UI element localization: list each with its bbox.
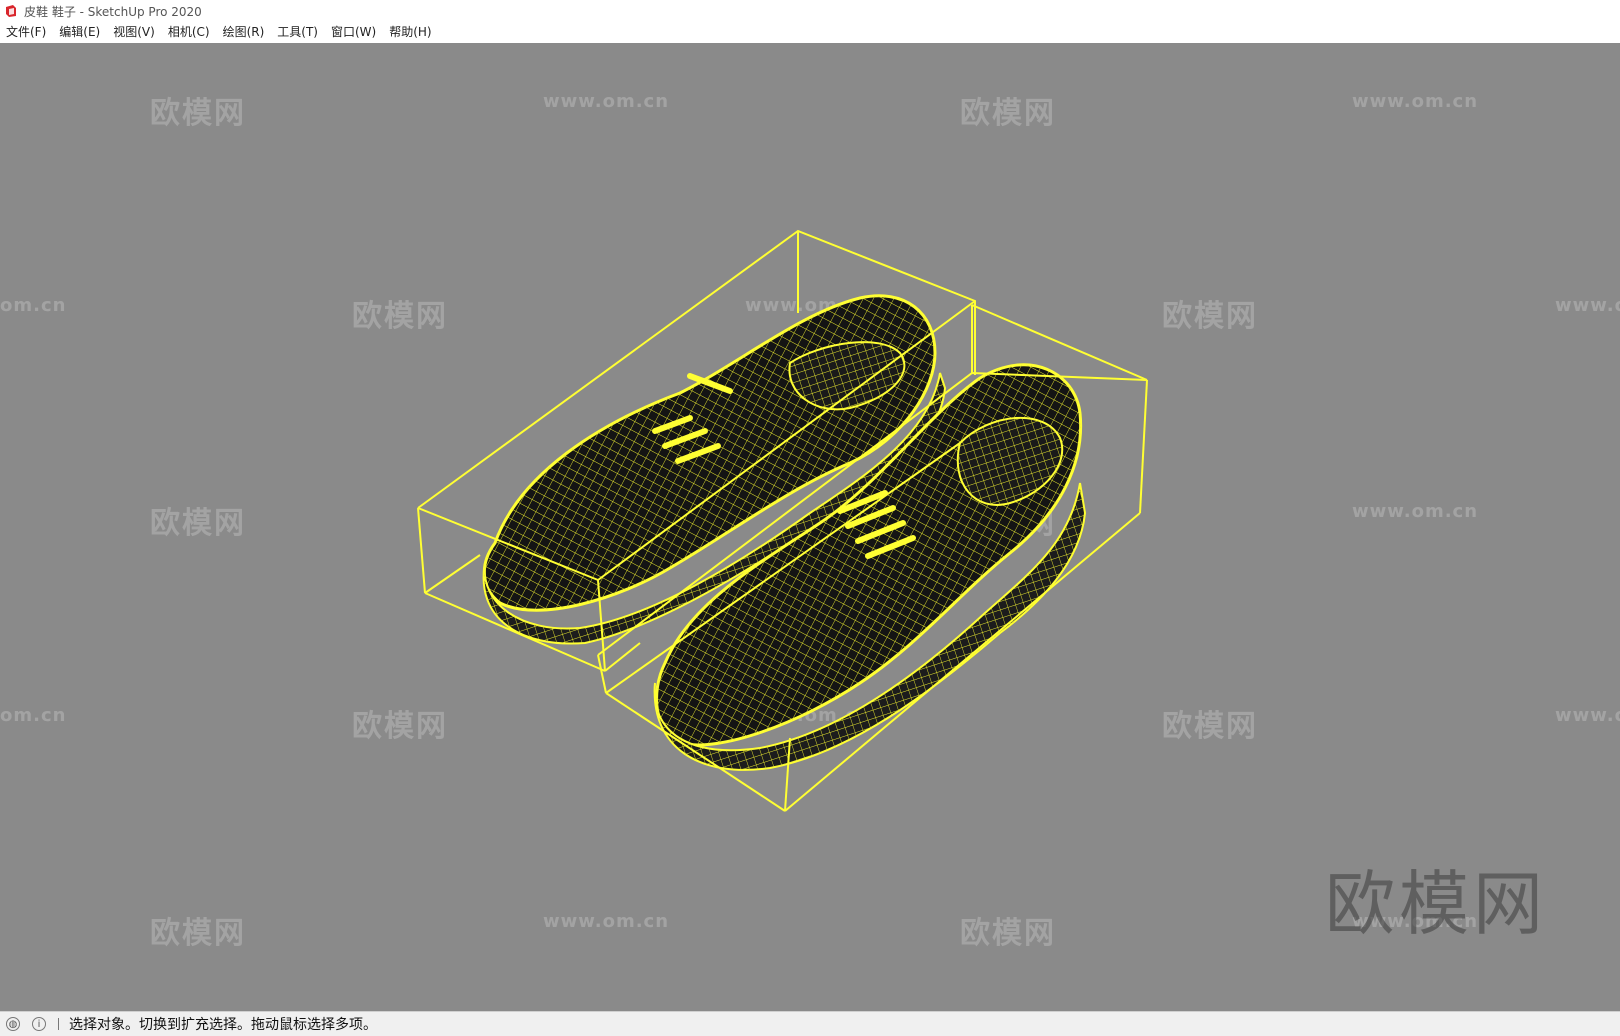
menu-window[interactable]: 窗口(W) (325, 22, 383, 43)
window-title: 皮鞋 鞋子 - SketchUp Pro 2020 (24, 4, 202, 19)
menu-tools[interactable]: 工具(T) (271, 22, 325, 43)
title-bar: 皮鞋 鞋子 - SketchUp Pro 2020 (0, 0, 1620, 22)
menu-file[interactable]: 文件(F) (0, 22, 53, 43)
sketchup-icon (6, 5, 16, 17)
status-text: 选择对象。切换到扩充选择。拖动鼠标选择多项。 (69, 1017, 377, 1033)
menu-bar: 文件(F) 编辑(E) 视图(V) 相机(C) 绘图(R) 工具(T) 窗口(W… (0, 22, 1620, 44)
status-divider (58, 1018, 59, 1030)
drawing-viewport[interactable]: 欧模网 www.om.cn 欧模网 www.om.cn om.cn 欧模网 ww… (0, 43, 1620, 1011)
info-icon[interactable]: i (32, 1017, 46, 1031)
menu-edit[interactable]: 编辑(E) (53, 22, 107, 43)
menu-help[interactable]: 帮助(H) (383, 22, 438, 43)
menu-camera[interactable]: 相机(C) (162, 22, 217, 43)
menu-view[interactable]: 视图(V) (107, 22, 162, 43)
geo-location-icon[interactable]: ◍ (6, 1017, 20, 1031)
shoes-model[interactable] (0, 43, 1620, 1011)
menu-draw[interactable]: 绘图(R) (217, 22, 272, 43)
status-bar: ◍ i 选择对象。切换到扩充选择。拖动鼠标选择多项。 (0, 1011, 1620, 1036)
